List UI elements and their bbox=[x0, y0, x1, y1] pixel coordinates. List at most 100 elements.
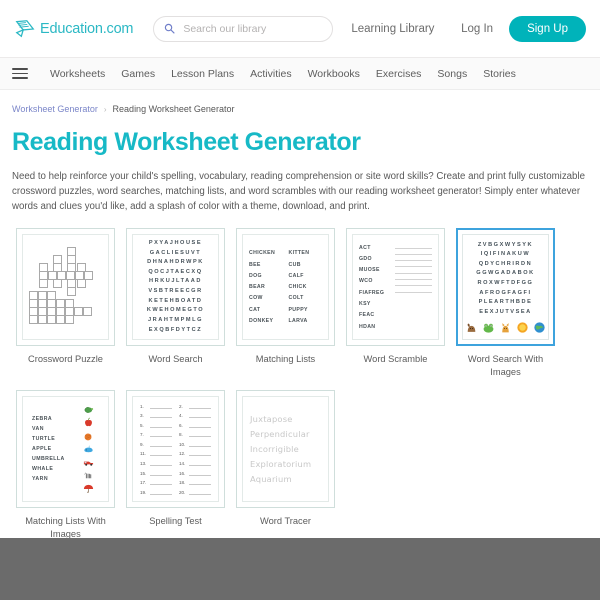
list-item: KSY bbox=[359, 301, 371, 308]
list-item: 9. bbox=[140, 442, 172, 447]
breadcrumb-parent-link[interactable]: Worksheet Generator bbox=[12, 104, 98, 114]
learning-library-link[interactable]: Learning Library bbox=[351, 23, 434, 35]
list-item: 3. bbox=[140, 413, 172, 419]
list-item: 10. bbox=[179, 442, 211, 447]
nav-item-lesson-plans[interactable]: Lesson Plans bbox=[171, 68, 234, 80]
list-item: FEAC bbox=[359, 312, 375, 319]
card-thumbnail-spelling-test[interactable]: 1. 3. 5. 7. 9. 11. 13. 15. 17. 19. 2. 4.… bbox=[126, 390, 225, 509]
list-item: LARVA bbox=[288, 317, 308, 324]
card-matching-lists-with-images[interactable]: ZEBRA VAN TURTLE APPLE UMBRELLA WHALE YA… bbox=[12, 390, 119, 540]
generator-card-grid-row-1: Crossword Puzzle PXYAJHOUSE GACLIESUVT D… bbox=[12, 228, 588, 378]
list-item: 7. bbox=[140, 432, 172, 438]
grid-row: PLEARTHBDE bbox=[478, 299, 533, 306]
van-icon bbox=[83, 461, 93, 466]
card-label: Word Search bbox=[148, 354, 203, 365]
word-search-images-grid-preview: ZVBGXWYSYK IQIFINAKUW QDYCHRIRDN GGWGADA… bbox=[476, 241, 534, 318]
card-label: Word Scramble bbox=[363, 354, 428, 365]
list-item: 8. bbox=[179, 432, 211, 438]
sign-up-button[interactable]: Sign Up bbox=[509, 15, 586, 42]
list-item: 14. bbox=[179, 461, 211, 467]
card-word-tracer[interactable]: Juxtapose Perpendicular Incorrigible Exp… bbox=[232, 390, 339, 540]
grid-row: QDYCHRIRDN bbox=[478, 260, 533, 267]
search-input[interactable] bbox=[181, 21, 323, 36]
grid-row: PXYAJHOUSE bbox=[148, 240, 203, 247]
matching-left-column: CHICKEN BEE DOG BEAR COW CAT DONKEY bbox=[249, 250, 283, 324]
chevron-right-icon: › bbox=[103, 104, 107, 114]
nav-item-workbooks[interactable]: Workbooks bbox=[308, 68, 360, 80]
thumbnail-inner: 1. 3. 5. 7. 9. 11. 13. 15. 17. 19. 2. 4.… bbox=[132, 396, 219, 503]
list-item: Incorrigible bbox=[250, 444, 299, 455]
card-word-scramble[interactable]: ACT GDO MUOSE WCO FIAFREG KSY FEAC HDAN bbox=[342, 228, 449, 378]
grid-row: QOCJTAECXQ bbox=[148, 268, 203, 275]
card-matching-lists[interactable]: CHICKEN BEE DOG BEAR COW CAT DONKEY KITT… bbox=[232, 228, 339, 378]
list-item: GDO bbox=[359, 255, 372, 262]
pencil-logo-icon bbox=[15, 19, 35, 37]
nav-item-songs[interactable]: Songs bbox=[437, 68, 467, 80]
card-word-search-with-images[interactable]: ZVBGXWYSYK IQIFINAKUW QDYCHRIRDN GGWGADA… bbox=[452, 228, 559, 378]
logo-text: Education.com bbox=[40, 20, 134, 37]
apple-icon bbox=[84, 417, 92, 427]
grid-row: KETEHBOATD bbox=[148, 297, 203, 304]
page-title: Reading Worksheet Generator bbox=[12, 128, 361, 156]
grid-row: ROXWFTDFGG bbox=[477, 280, 534, 287]
list-item: ZEBRA bbox=[32, 415, 53, 422]
card-thumbnail-matching-lists[interactable]: CHICKEN BEE DOG BEAR COW CAT DONKEY KITT… bbox=[236, 228, 335, 347]
card-thumbnail-matching-lists-with-images[interactable]: ZEBRA VAN TURTLE APPLE UMBRELLA WHALE YA… bbox=[16, 390, 115, 509]
matching-images-pictures bbox=[73, 404, 103, 494]
card-thumbnail-crossword[interactable] bbox=[16, 228, 115, 347]
list-item: CUB bbox=[288, 261, 301, 268]
thumbnail-inner: PXYAJHOUSE GACLIESUVT DHNAHDRWPK QOCJTAE… bbox=[132, 234, 219, 341]
breadcrumb-current: Reading Worksheet Generator bbox=[112, 104, 235, 114]
list-item: 6. bbox=[179, 423, 211, 428]
card-thumbnail-word-search[interactable]: PXYAJHOUSE GACLIESUVT DHNAHDRWPK QOCJTAE… bbox=[126, 228, 225, 347]
grid-row: VSBTREECGR bbox=[148, 288, 203, 295]
footer-band bbox=[0, 538, 600, 600]
card-thumbnail-word-search-with-images[interactable]: ZVBGXWYSYK IQIFINAKUW QDYCHRIRDN GGWGADA… bbox=[456, 228, 555, 347]
card-thumbnail-word-tracer[interactable]: Juxtapose Perpendicular Incorrigible Exp… bbox=[236, 390, 335, 509]
matching-right-column: KITTEN CUB CALF CHICK COLT PUPPY LARVA bbox=[289, 250, 323, 324]
spelling-test-preview: 1. 3. 5. 7. 9. 11. 13. 15. 17. 19. 2. 4.… bbox=[133, 398, 218, 501]
nav-item-stories[interactable]: Stories bbox=[483, 68, 516, 80]
search-box[interactable] bbox=[153, 15, 334, 42]
list-item: 11. bbox=[140, 451, 172, 457]
list-item: FIAFREG bbox=[359, 289, 385, 296]
card-label: Matching Lists With Images bbox=[25, 516, 106, 539]
list-item: UMBRELLA bbox=[32, 456, 65, 463]
log-in-link[interactable]: Log In bbox=[461, 23, 493, 35]
card-crossword-puzzle[interactable]: Crossword Puzzle bbox=[12, 228, 119, 378]
cat-icon bbox=[502, 322, 509, 332]
hamburger-icon[interactable] bbox=[12, 68, 28, 79]
list-item: COLT bbox=[288, 295, 304, 302]
site-logo[interactable]: Education.com bbox=[14, 18, 134, 40]
card-label: Word Search With Images bbox=[467, 354, 544, 377]
word-scramble-preview: ACT GDO MUOSE WCO FIAFREG KSY FEAC HDAN bbox=[353, 240, 438, 335]
nav-item-activities[interactable]: Activities bbox=[250, 68, 291, 80]
scramble-answer-lines bbox=[395, 245, 432, 330]
nav-item-games[interactable]: Games bbox=[121, 68, 155, 80]
umbrella-icon bbox=[83, 485, 93, 493]
list-item: BEAR bbox=[249, 284, 266, 291]
card-label: Word Tracer bbox=[260, 516, 311, 527]
nav-item-worksheets[interactable]: Worksheets bbox=[50, 68, 105, 80]
list-item: APPLE bbox=[32, 446, 52, 453]
thumbnail-inner: ACT GDO MUOSE WCO FIAFREG KSY FEAC HDAN bbox=[352, 234, 439, 341]
card-spelling-test[interactable]: 1. 3. 5. 7. 9. 11. 13. 15. 17. 19. 2. 4.… bbox=[122, 390, 229, 540]
list-item: KITTEN bbox=[288, 250, 310, 257]
card-word-search[interactable]: PXYAJHOUSE GACLIESUVT DHNAHDRWPK QOCJTAE… bbox=[122, 228, 229, 378]
list-item: HDAN bbox=[359, 323, 376, 330]
card-thumbnail-word-scramble[interactable]: ACT GDO MUOSE WCO FIAFREG KSY FEAC HDAN bbox=[346, 228, 445, 347]
grid-row: IQIFINAKUW bbox=[480, 251, 531, 258]
list-item: COW bbox=[249, 295, 263, 302]
list-item: 12. bbox=[179, 451, 211, 457]
list-item: BEE bbox=[249, 261, 261, 268]
grid-row: ZVBGXWYSYK bbox=[477, 241, 534, 248]
page-content: Worksheet Generator › Reading Worksheet … bbox=[0, 90, 600, 540]
matching-images-words: ZEBRA VAN TURTLE APPLE UMBRELLA WHALE YA… bbox=[28, 416, 73, 483]
main-navigation-bar: Worksheets Games Lesson Plans Activities… bbox=[0, 58, 600, 90]
nav-item-exercises[interactable]: Exercises bbox=[376, 68, 422, 80]
list-item: CAT bbox=[249, 306, 261, 313]
thumbnail-inner: ZVBGXWYSYK IQIFINAKUW QDYCHRIRDN GGWGADA… bbox=[462, 234, 549, 341]
list-item: Juxtapose bbox=[250, 414, 293, 425]
grid-row: EXQBFDYTCZ bbox=[148, 326, 203, 333]
card-label: Spelling Test bbox=[149, 516, 202, 527]
